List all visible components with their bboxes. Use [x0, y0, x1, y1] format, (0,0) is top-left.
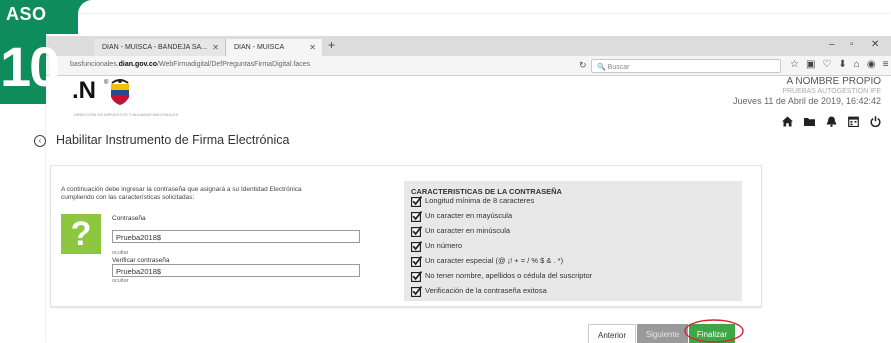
- account-icon[interactable]: ◉: [867, 59, 883, 70]
- tab-label: DIAN - MUISCA: [234, 44, 285, 51]
- rule-item: Un caracter en minúscula: [411, 226, 742, 241]
- password-field[interactable]: Prueba2018$: [112, 230, 360, 243]
- password-label: Contraseña: [112, 215, 146, 222]
- rule-item: Un número: [411, 241, 742, 256]
- close-tab-icon[interactable]: ✕: [309, 43, 316, 52]
- form-intro-text: A continuación debe ingresar la contrase…: [61, 186, 302, 201]
- power-icon[interactable]: [870, 116, 881, 127]
- user-toolbar: [782, 116, 881, 127]
- rules-list: Longitud mínima de 8 caracteres Un caract…: [411, 196, 742, 301]
- page-title: Habilitar Instrumento de Firma Electróni…: [56, 133, 290, 147]
- rule-text: Un caracter en minúscula: [425, 226, 511, 235]
- rule-item: Un caracter en mayúscula: [411, 211, 742, 226]
- question-mark-icon: ?: [61, 214, 101, 254]
- tab-bar: DIAN - MUISCA - BANDEJA SA... ✕ DIAN - M…: [46, 36, 891, 56]
- address-bar[interactable]: basfuncionales.dian.gov.co/WebFirmadigit…: [70, 61, 310, 68]
- reload-icon[interactable]: ↻: [579, 60, 587, 71]
- minimize-icon[interactable]: –: [829, 39, 835, 50]
- checkbox-checked-icon: [411, 241, 422, 252]
- rules-title: CARACTERISTICAS DE LA CONTRASEÑA: [411, 187, 562, 196]
- password-rules-panel: CARACTERISTICAS DE LA CONTRASEÑA Longitu…: [404, 181, 742, 301]
- tab-bandeja[interactable]: DIAN - MUISCA - BANDEJA SA... ✕: [94, 39, 226, 56]
- session-datetime: Jueves 11 de Abril de 2019, 16:42:42: [733, 96, 881, 106]
- verify-password-label: Verificar contraseña: [112, 257, 170, 264]
- toolbar-icons: ☆▣♡⬇⌂◉≡: [790, 59, 891, 70]
- hide-password-link[interactable]: ocultar: [112, 250, 129, 256]
- home-icon[interactable]: ⌂: [854, 59, 867, 70]
- checkbox-checked-icon: [411, 256, 422, 267]
- rule-text: Verificación de la contraseña exitosa: [425, 286, 547, 295]
- rule-text: Un caracter en mayúscula: [425, 211, 513, 220]
- checkbox-checked-icon: [411, 286, 422, 297]
- logo-subtext: DIRECCIÓN DE IMPUESTOS Y ADUANAS NACIONA…: [74, 112, 179, 117]
- highlight-circle: [684, 319, 744, 343]
- search-input[interactable]: 🔍 Buscar: [591, 59, 781, 73]
- folder-icon[interactable]: [804, 116, 815, 127]
- password-form-card: A continuación debe ingresar la contrase…: [50, 165, 762, 307]
- tab-label: DIAN - MUISCA - BANDEJA SA...: [102, 44, 208, 51]
- download-icon[interactable]: ⬇: [838, 59, 853, 70]
- close-tab-icon[interactable]: ✕: [212, 43, 219, 52]
- user-name: A NOMBRE PROPIO: [786, 76, 881, 87]
- next-button[interactable]: Siguiente: [637, 324, 688, 343]
- back-arrow-icon[interactable]: ‹: [34, 135, 46, 147]
- pocket-icon[interactable]: ♡: [822, 59, 838, 70]
- close-window-icon[interactable]: ✕: [871, 39, 879, 50]
- dian-logo: .N: [72, 77, 96, 104]
- user-profile: PRUEBAS AUTOGESTION IFE: [782, 88, 881, 95]
- rule-text: Un número: [425, 241, 463, 250]
- user-info: A NOMBRE PROPIO PRUEBAS AUTOGESTION IFE …: [733, 76, 881, 106]
- rule-text: Un caracter especial (@ ¡! + = / % $ & .…: [425, 256, 564, 265]
- rule-item: Un caracter especial (@ ¡! + = / % $ & .…: [411, 256, 742, 271]
- checkbox-checked-icon: [411, 226, 422, 237]
- colombia-crest-icon: [111, 79, 129, 105]
- calendar-icon[interactable]: [848, 116, 859, 127]
- clipboard-icon[interactable]: ▣: [806, 59, 822, 70]
- notification-bell-icon[interactable]: [826, 116, 837, 127]
- hide-verify-password-link[interactable]: ocultar: [112, 278, 129, 284]
- tab-muisca[interactable]: DIAN - MUISCA ✕: [226, 39, 322, 56]
- tutorial-slide: DIAN - MUISCA - BANDEJA SA... ✕ DIAN - M…: [0, 0, 891, 343]
- navigation-bar: basfuncionales.dian.gov.co/WebFirmadigit…: [46, 56, 891, 76]
- verify-password-field[interactable]: Prueba2018$: [112, 264, 360, 277]
- rule-item: No tener nombre, apellidos o cédula del …: [411, 271, 742, 286]
- menu-icon[interactable]: ≡: [883, 59, 891, 70]
- step-label: ASO: [0, 0, 78, 34]
- rule-text: Longitud mínima de 8 caracteres: [425, 196, 535, 205]
- checkbox-checked-icon: [411, 196, 422, 207]
- step-number: 10: [0, 30, 60, 104]
- new-tab-icon[interactable]: +: [328, 38, 335, 52]
- checkbox-checked-icon: [411, 211, 422, 222]
- rule-item: Longitud mínima de 8 caracteres: [411, 196, 742, 211]
- previous-button[interactable]: Anterior: [588, 324, 636, 343]
- home-icon[interactable]: [782, 116, 793, 127]
- bookmark-star-icon[interactable]: ☆: [790, 59, 806, 70]
- maximize-icon[interactable]: ▫: [850, 39, 854, 50]
- rule-text: No tener nombre, apellidos o cédula del …: [425, 271, 593, 280]
- rule-item: Verificación de la contraseña exitosa: [411, 286, 742, 301]
- checkbox-checked-icon: [411, 271, 422, 282]
